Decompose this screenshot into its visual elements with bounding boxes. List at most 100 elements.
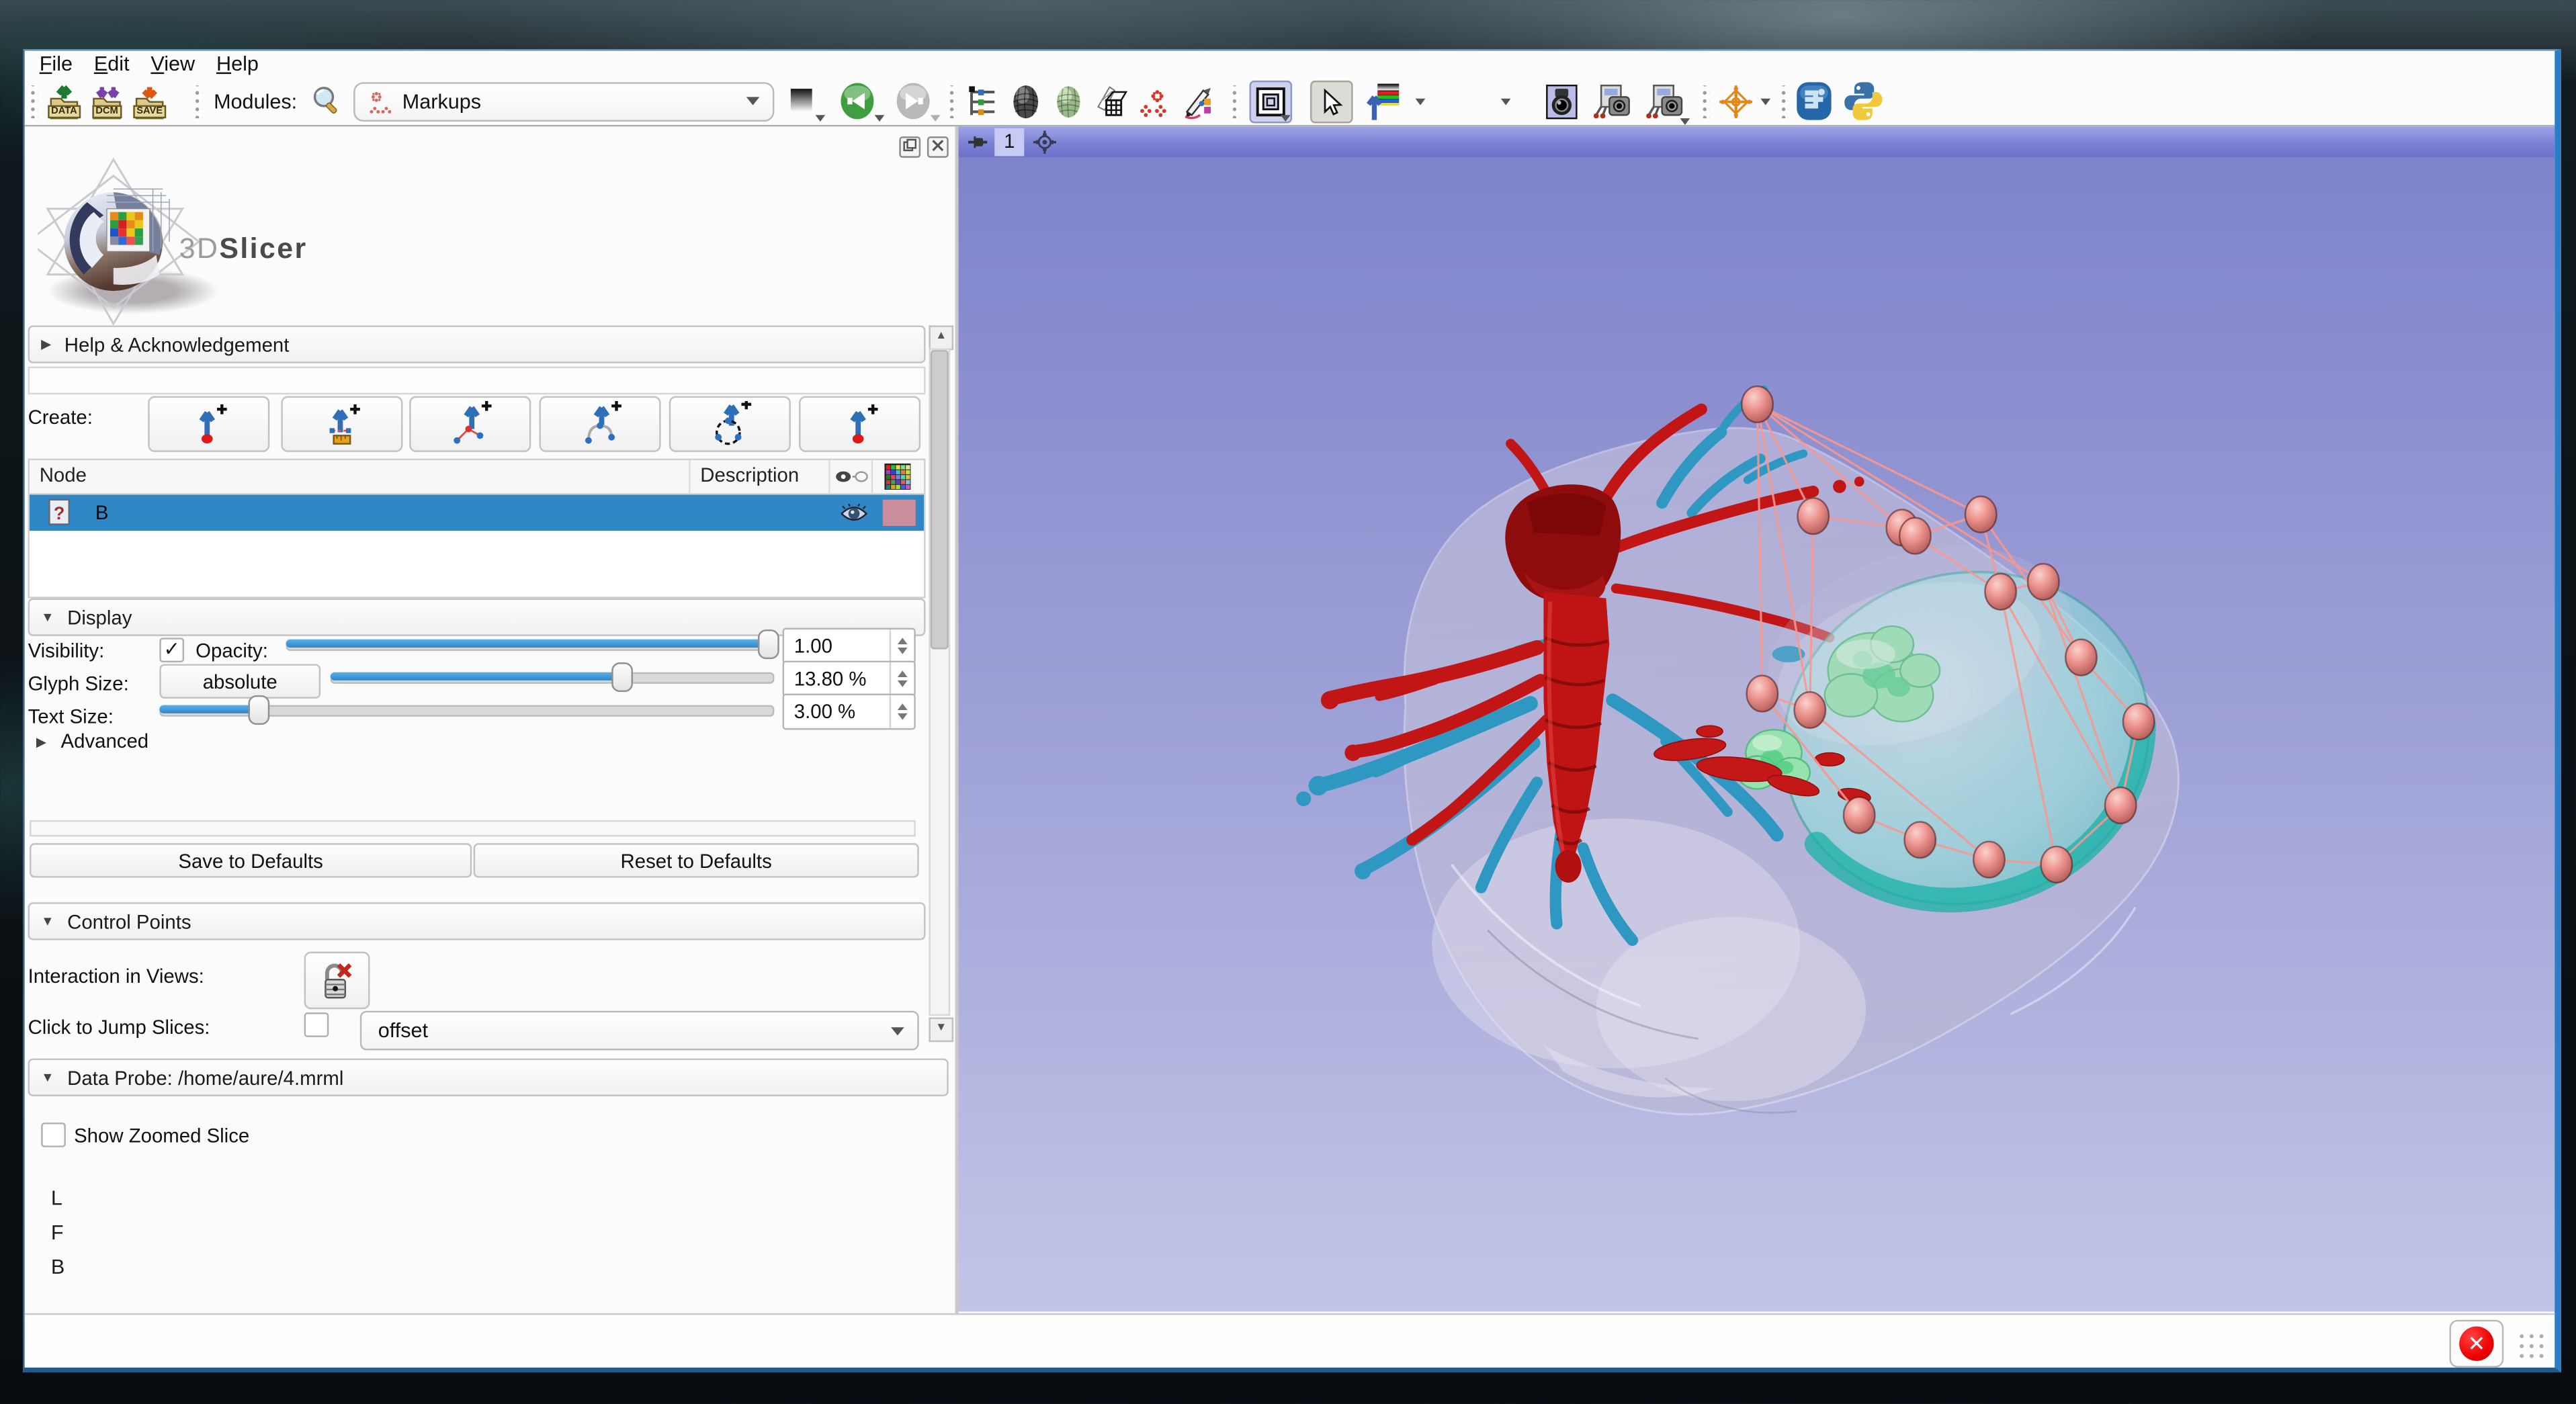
opacity-spinbox[interactable]: 1.00 <box>783 628 916 664</box>
chevron-down-icon[interactable] <box>1760 98 1770 105</box>
control-point-3[interactable] <box>1899 518 1930 554</box>
control-point-14[interactable] <box>1795 692 1826 728</box>
panel-float-button[interactable] <box>899 136 920 158</box>
scroll-down-button[interactable]: ▼ <box>929 1018 953 1043</box>
opacity-slider[interactable] <box>286 629 775 656</box>
interaction-toggle-button[interactable] <box>304 952 370 1010</box>
screenshot-style-button[interactable] <box>1359 80 1408 123</box>
toolbar-drag-handle[interactable] <box>194 85 202 118</box>
toolbar-drag-handle[interactable] <box>30 85 38 118</box>
scroll-up-button[interactable]: ▲ <box>929 325 953 350</box>
column-header-color[interactable] <box>873 460 922 493</box>
slider-handle[interactable] <box>247 695 269 725</box>
chevron-down-icon[interactable] <box>1500 98 1510 105</box>
control-point-9[interactable] <box>2105 787 2136 824</box>
slider-handle[interactable] <box>611 662 633 692</box>
create-line-button[interactable] <box>281 396 402 452</box>
visibility-checkbox[interactable]: ✓ <box>159 638 184 662</box>
create-angle-button[interactable] <box>409 396 531 452</box>
spin-arrows[interactable] <box>890 695 914 728</box>
chevron-down-icon[interactable] <box>1415 98 1425 105</box>
menu-edit[interactable]: Edit <box>94 52 130 75</box>
toolbar-drag-handle[interactable] <box>1231 85 1239 118</box>
capture-view-button[interactable] <box>1540 80 1583 123</box>
control-point-12[interactable] <box>1905 822 1936 858</box>
transforms-button[interactable] <box>1090 80 1133 123</box>
jump-mode-combobox[interactable]: offset <box>360 1011 919 1051</box>
dicom-button[interactable]: DCM <box>85 80 128 123</box>
menu-file[interactable]: File <box>40 52 73 75</box>
save-to-defaults-button[interactable]: Save to Defaults <box>30 843 472 877</box>
module-search-button[interactable] <box>307 80 347 123</box>
crosshair-button[interactable] <box>1714 80 1757 123</box>
create-plane-button[interactable] <box>799 396 920 452</box>
python-console-button[interactable] <box>1842 80 1885 123</box>
extensions-manager-button[interactable] <box>1793 80 1836 123</box>
pin-icon[interactable] <box>967 132 988 153</box>
control-point-6[interactable] <box>2028 564 2059 600</box>
view-controller-icon[interactable] <box>1033 130 1058 155</box>
control-points-section-header[interactable]: ▼ Control Points <box>28 902 926 940</box>
load-data-button[interactable]: DATA <box>43 80 86 123</box>
threed-view[interactable]: 1 <box>958 126 2554 1315</box>
create-point-list-button[interactable] <box>148 396 269 452</box>
module-back-button[interactable] <box>836 80 879 123</box>
control-point-5[interactable] <box>1985 574 2016 610</box>
module-history-button[interactable] <box>781 80 824 123</box>
control-point-4[interactable] <box>1965 496 1996 533</box>
show-zoomed-slice-checkbox[interactable] <box>41 1123 66 1147</box>
create-open-curve-button[interactable] <box>540 396 661 452</box>
node-row-B[interactable]: ? B <box>30 494 924 531</box>
reset-to-defaults-button[interactable]: Reset to Defaults <box>474 843 919 877</box>
control-point-7[interactable] <box>2065 640 2096 676</box>
module-forward-button[interactable] <box>892 80 935 123</box>
module-selector-combobox[interactable]: Markups <box>353 81 773 121</box>
subject-hierarchy-button[interactable] <box>961 80 1004 123</box>
node-color-cell[interactable] <box>875 500 924 526</box>
text-size-slider[interactable] <box>159 695 774 721</box>
resize-grip[interactable] <box>2517 1331 2546 1361</box>
text-size-spinbox[interactable]: 3.00 % <box>783 694 916 730</box>
column-header-node[interactable]: Node <box>30 460 691 493</box>
node-visibility-cell[interactable] <box>833 502 874 523</box>
toolbar-drag-handle[interactable] <box>1701 85 1709 118</box>
node-table-empty-area[interactable] <box>30 531 924 597</box>
view-tab-1[interactable]: 1 <box>994 128 1024 157</box>
create-closed-curve-button[interactable] <box>669 396 791 452</box>
menu-help[interactable]: Help <box>216 52 259 75</box>
volume-rendering-button[interactable] <box>1004 80 1047 123</box>
error-log-button[interactable]: ✕ <box>2450 1320 2504 1368</box>
control-point-8[interactable] <box>2123 703 2154 740</box>
toolbar-drag-handle[interactable] <box>948 85 956 118</box>
control-point-15[interactable] <box>1747 676 1778 712</box>
models-button[interactable] <box>1047 80 1090 123</box>
mouse-interaction-button[interactable] <box>1310 80 1353 123</box>
markups-toolbar-button[interactable] <box>1132 80 1175 123</box>
scene-view-save-button[interactable] <box>1591 80 1634 123</box>
threed-viewport[interactable] <box>958 158 2554 1312</box>
advanced-section-toggle[interactable]: Advanced <box>61 730 149 752</box>
help-section-header[interactable]: ▶ Help & Acknowledgement <box>28 325 926 363</box>
control-point-0[interactable] <box>1742 386 1772 423</box>
data-probe-section-header[interactable]: ▼ Data Probe: /home/aure/4.mrml <box>28 1059 949 1096</box>
spin-arrows[interactable] <box>890 629 914 662</box>
layout-selector-button[interactable] <box>1249 80 1292 123</box>
control-point-13[interactable] <box>1844 797 1875 834</box>
annotations-button[interactable] <box>1175 80 1218 123</box>
control-point-1[interactable] <box>1797 498 1828 534</box>
column-header-visibility[interactable] <box>830 460 873 493</box>
toolbar-drag-handle[interactable] <box>1780 85 1788 118</box>
glyph-size-mode-button[interactable]: absolute <box>159 664 320 698</box>
control-point-11[interactable] <box>1973 842 2004 878</box>
panel-close-button[interactable] <box>927 136 949 158</box>
menu-view[interactable]: View <box>151 52 195 75</box>
spin-arrows[interactable] <box>890 662 914 695</box>
save-button[interactable]: SAVE <box>128 80 171 123</box>
control-point-10[interactable] <box>2041 846 2072 883</box>
scrollbar-thumb[interactable] <box>931 350 949 649</box>
glyph-size-slider[interactable] <box>331 662 775 689</box>
click-to-jump-checkbox[interactable] <box>304 1012 329 1037</box>
scene-view-restore-button[interactable] <box>1643 80 1686 123</box>
column-header-description[interactable]: Description <box>691 460 830 493</box>
slider-handle[interactable] <box>758 629 779 659</box>
